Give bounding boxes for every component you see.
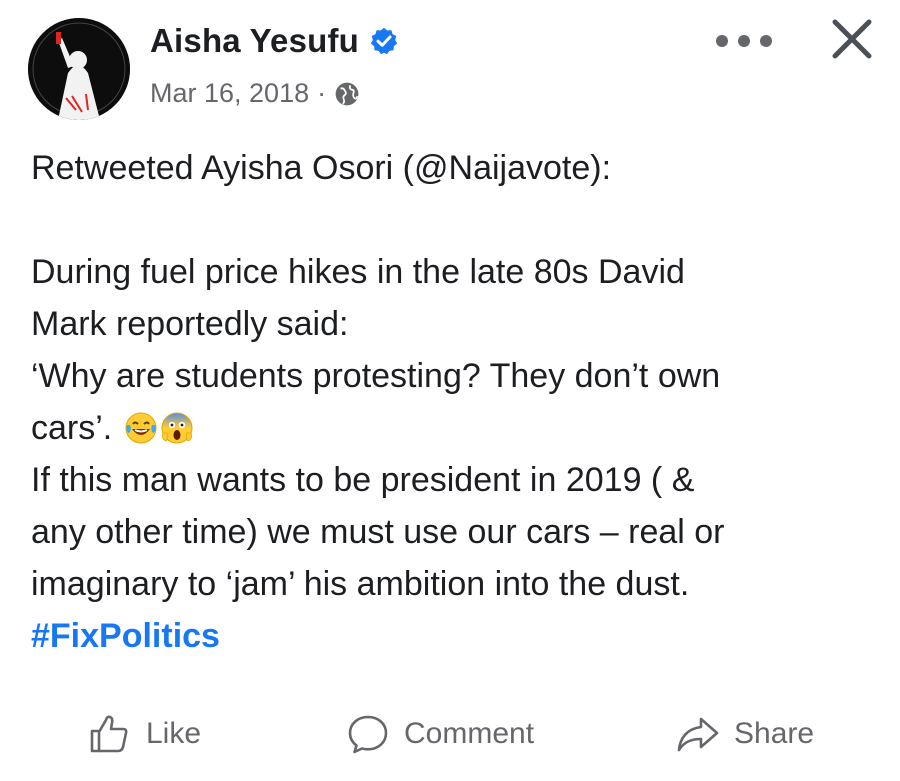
hashtag-link[interactable]: #FixPolitics xyxy=(31,617,220,655)
meta-separator: · xyxy=(317,78,327,108)
close-icon[interactable] xyxy=(830,17,874,61)
comment-button[interactable]: Comment xyxy=(346,706,534,762)
share-label: Share xyxy=(734,717,815,750)
post-actions: Like Comment Share xyxy=(0,700,900,770)
post-line: any other time) we must use our cars – r… xyxy=(31,513,725,551)
post-line: Mark reportedly said: xyxy=(31,305,349,343)
post-line-with-emoji: cars’. xyxy=(31,402,881,454)
comment-icon xyxy=(348,715,388,754)
more-options-icon[interactable] xyxy=(716,30,772,52)
like-button[interactable]: Like xyxy=(88,706,201,762)
post-body: Retweeted Ayisha Osori (@Naijavote): Dur… xyxy=(31,142,881,662)
share-button[interactable]: Share xyxy=(676,706,814,762)
verified-badge-icon xyxy=(369,26,399,56)
paragraph-spacer xyxy=(31,194,881,246)
share-icon xyxy=(677,717,719,752)
laughing-tears-emoji xyxy=(124,408,158,444)
post-timestamp[interactable]: Mar 16, 2018 xyxy=(150,78,309,109)
post-header: Aisha Yesufu xyxy=(150,22,399,60)
author-name[interactable]: Aisha Yesufu xyxy=(150,22,359,60)
post-line: If this man wants to be president in 201… xyxy=(31,461,695,499)
avatar[interactable] xyxy=(28,18,130,120)
post-line: During fuel price hikes in the late 80s … xyxy=(31,253,685,291)
screaming-face-emoji xyxy=(160,408,194,444)
post-meta: Mar 16, 2018 · xyxy=(150,78,360,109)
like-label: Like xyxy=(146,717,202,750)
comment-label: Comment xyxy=(404,717,535,750)
more-dot xyxy=(738,35,750,47)
retweet-line: Retweeted Ayisha Osori (@Naijavote): xyxy=(31,149,612,187)
avatar-image xyxy=(28,18,130,120)
more-dot xyxy=(760,35,772,47)
post-line: imaginary to ‘jam’ his ambition into the… xyxy=(31,565,690,603)
post-line: cars’. xyxy=(31,409,113,447)
post-line: ‘Why are students protesting? They don’t… xyxy=(31,357,721,395)
more-dot xyxy=(716,35,728,47)
globe-icon xyxy=(334,81,360,107)
thumbs-up-icon xyxy=(90,715,128,753)
